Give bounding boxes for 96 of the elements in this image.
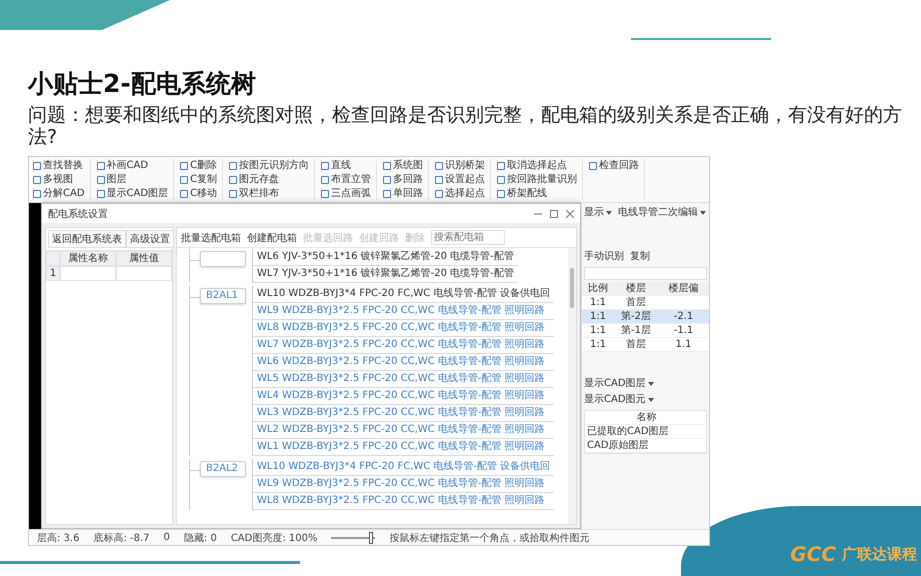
ribbon-command[interactable]: 显示CAD图层 — [96, 187, 168, 201]
ribbon-command[interactable]: 查找替换 — [33, 159, 85, 173]
layer-tab[interactable]: 显示CAD图元 — [584, 392, 654, 406]
ribbon-command[interactable]: 设置起点 — [435, 173, 486, 187]
ribbon-command[interactable]: 单回路 — [383, 187, 424, 201]
caret-icon — [606, 211, 612, 215]
panel-button[interactable]: 高级设置 — [126, 230, 174, 248]
panel-button[interactable]: 返回配电系统表 — [48, 230, 126, 248]
search-field[interactable] — [584, 267, 707, 280]
table-cell[interactable] — [116, 266, 172, 281]
toolbar-button[interactable]: 手动识别 — [584, 249, 624, 263]
caret-icon — [700, 211, 706, 215]
ribbon-command[interactable]: 按图元识别方向 — [229, 159, 310, 173]
row-number: 1 — [46, 266, 60, 281]
circuit-item[interactable]: WL10 WDZB-BYJ3*4 FPC-20 FC,WC 电线导管-配管 设备供电回 — [253, 286, 554, 303]
column-header: 属性值 — [116, 251, 172, 266]
menu-dropdown[interactable]: 显示 — [584, 205, 612, 219]
circuit-item[interactable]: WL10 WDZB-BYJ3*4 FPC-20 FC,WC 电线导管-配管 设备供电回 — [253, 459, 554, 476]
ribbon-command[interactable]: 系统图 — [383, 159, 424, 173]
brightness-label: CAD图亮度: 100% — [230, 532, 318, 544]
distribution-box-node[interactable]: B2AL2 — [200, 461, 246, 477]
caret-icon — [648, 382, 654, 386]
ribbon-command[interactable]: 取消选择起点 — [497, 159, 578, 173]
circuit-item[interactable]: WL2 WDZB-BYJ3*2.5 FPC-20 CC,WC 电线导管-配管 照明回路 — [253, 422, 554, 439]
slide-question: 问题：想要和图纸中的系统图对照，检查回路是否识别完整，配电箱的级别关系是否正确，有没有好的方法? — [28, 104, 903, 148]
ribbon-command[interactable]: 桥架配线 — [497, 187, 578, 201]
search-field[interactable]: 搜索配电箱 — [431, 230, 505, 245]
ribbon-command[interactable]: 补画CAD — [96, 159, 168, 173]
toolbar-button[interactable]: 批量选配电箱 — [181, 230, 241, 244]
layer-row[interactable]: CAD原始图层 — [585, 439, 706, 453]
table-cell[interactable]: 首层 — [614, 338, 658, 352]
table-cell[interactable]: 1.1 — [658, 338, 709, 352]
slide-title: 小贴士2-配电系统树 — [28, 68, 257, 100]
table-cell[interactable]: 1:1 — [582, 310, 614, 324]
status-text: 0 — [164, 532, 170, 543]
table-cell[interactable]: -1.1 — [658, 324, 709, 338]
circuit-item[interactable]: WL9 WDZB-BYJ3*2.5 FPC-20 CC,WC 电线导管-配管 照明回路 — [253, 476, 554, 493]
ribbon-command[interactable]: 图元存盘 — [229, 173, 310, 187]
table-cell[interactable]: 首层 — [614, 296, 658, 310]
ribbon-command[interactable]: 多回路 — [383, 173, 424, 187]
circuit-item[interactable]: WL3 WDZB-BYJ3*2.5 FPC-20 CC,WC 电线导管-配管 照明回路 — [253, 405, 554, 422]
column-header: 比例 — [582, 282, 614, 296]
layer-tab[interactable]: 显示CAD图层 — [584, 376, 654, 390]
scrollbar[interactable] — [568, 248, 576, 524]
ribbon-command[interactable]: 布置立管 — [321, 173, 372, 187]
circuit-item[interactable]: WL5 WDZB-BYJ3*2.5 FPC-20 CC,WC 电线导管-配管 照明回路 — [253, 371, 554, 388]
status-text: 底标高: -8.7 — [93, 532, 150, 544]
brand-name: 广联达课程 — [842, 544, 917, 564]
status-text: 隐藏: 0 — [184, 532, 217, 544]
table-cell[interactable]: -2.1 — [658, 310, 709, 324]
ribbon-command[interactable]: 分解CAD — [33, 187, 85, 201]
layer-row[interactable]: 已提取的CAD图层 — [585, 425, 706, 439]
ribbon-command[interactable]: 检查回路 — [589, 159, 640, 173]
distribution-box-node[interactable] — [200, 251, 246, 267]
circuit-item[interactable]: WL7 YJV-3*50+1*16 镀锌聚氯乙烯管-20 电缆导管-配管 — [253, 266, 518, 283]
circuit-item[interactable]: WL1 WDZB-BYJ3*2.5 FPC-20 CC,WC 电线导管-配管 照明回路 — [253, 439, 554, 456]
circuit-item[interactable]: WL4 WDZB-BYJ3*2.5 FPC-20 CC,WC 电线导管-配管 照明回路 — [253, 388, 554, 405]
circuit-item[interactable]: WL6 YJV-3*50+1*16 镀锌聚氯乙烯管-20 电缆导管-配管 — [253, 249, 518, 266]
ribbon-command[interactable]: C删除 — [180, 159, 218, 173]
circuit-item[interactable]: WL8 WDZB-BYJ3*2.5 FPC-20 CC,WC 电线导管-配管 照明回路 — [253, 493, 554, 510]
ribbon-command[interactable]: 多视图 — [33, 173, 85, 187]
status-hint: 按鼠标左键指定第一个角点，或拾取构件图元 — [389, 532, 590, 544]
ribbon-command[interactable]: 选择起点 — [435, 187, 486, 201]
column-header: 名称 — [585, 411, 706, 425]
table-cell[interactable]: 第-2层 — [614, 310, 658, 324]
table-cell[interactable] — [60, 266, 116, 281]
ribbon-command[interactable]: 双栏排布 — [229, 187, 310, 201]
column-header: 楼层 — [614, 282, 658, 296]
close-icon[interactable] — [566, 210, 574, 218]
column-header: 楼层偏 — [658, 282, 709, 296]
circuit-item[interactable]: WL9 WDZB-BYJ3*2.5 FPC-20 CC,WC 电线导管-配管 照明回路 — [253, 303, 554, 320]
ribbon-command[interactable]: 直线 — [321, 159, 372, 173]
menu-dropdown[interactable]: 电线导管二次编辑 — [618, 205, 706, 219]
ribbon-command[interactable]: 按回路批量识别 — [497, 173, 578, 187]
ribbon-command[interactable]: C移动 — [180, 187, 218, 201]
brand-logo: GCC — [790, 542, 836, 566]
maximize-icon[interactable] — [550, 210, 558, 218]
distribution-box-node[interactable]: B2AL1 — [200, 288, 246, 304]
circuit-item[interactable]: WL6 WDZB-BYJ3*2.5 FPC-20 CC,WC 电线导管-配管 照明回路 — [253, 354, 554, 371]
caret-icon — [648, 398, 654, 402]
ribbon-command[interactable]: 图层 — [96, 173, 168, 187]
status-text: 层高: 3.6 — [37, 532, 80, 544]
ribbon-command[interactable]: 三点画弧 — [321, 187, 372, 201]
column-header: 属性名称 — [60, 251, 116, 266]
ribbon-command[interactable]: C复制 — [180, 173, 218, 187]
brightness-slider[interactable] — [331, 532, 376, 544]
toolbar-button[interactable]: 复制 — [630, 249, 650, 263]
dialog-title: 配电系统设置 — [48, 208, 108, 220]
ribbon-command[interactable]: 识别桥架 — [435, 159, 486, 173]
table-cell[interactable]: 第-1层 — [614, 324, 658, 338]
table-cell[interactable]: 1:1 — [582, 338, 614, 352]
circuit-item[interactable]: WL8 WDZB-BYJ3*2.5 FPC-20 CC,WC 电线导管-配管 照明回路 — [253, 320, 554, 337]
circuit-item[interactable]: WL7 WDZB-BYJ3*2.5 FPC-20 CC,WC 电线导管-配管 照明回路 — [253, 337, 554, 354]
toolbar-button[interactable]: 创建配电箱 — [247, 230, 297, 244]
table-cell[interactable]: 1:1 — [582, 296, 614, 310]
table-cell[interactable]: 1:1 — [582, 324, 614, 338]
